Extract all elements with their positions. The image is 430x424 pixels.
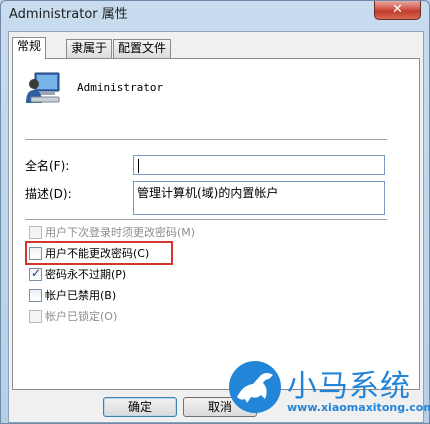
description-label: 描述(D): bbox=[25, 187, 72, 201]
tab-general[interactable]: 常规 bbox=[12, 37, 47, 59]
close-icon: ✕ bbox=[392, 2, 403, 17]
cannot-change-password-checkbox[interactable] bbox=[29, 246, 42, 260]
general-panel: Administrator 全名(F): 描述(D): 管理计算机(域)的内置帐… bbox=[12, 58, 420, 390]
username-label: Administrator bbox=[77, 81, 164, 94]
close-button[interactable]: ✕ bbox=[374, 1, 421, 20]
watermark-logo: 小马系统 www.xiaomaxitong.com bbox=[227, 353, 430, 423]
password-never-expires-label: 密码永不过期(P) bbox=[45, 268, 127, 281]
account-locked-checkbox[interactable] bbox=[29, 309, 42, 323]
account-disabled-checkbox[interactable] bbox=[29, 288, 42, 302]
divider bbox=[25, 139, 387, 141]
cannot-change-password-label: 用户不能更改密码(C) bbox=[45, 247, 150, 260]
must-change-password-label: 用户下次登录时须更改密码(M) bbox=[45, 226, 196, 239]
cannot-change-password-option[interactable]: 用户不能更改密码(C) bbox=[29, 245, 149, 261]
ok-button[interactable]: 确定 bbox=[103, 397, 177, 417]
fullname-field[interactable] bbox=[133, 155, 385, 175]
description-field[interactable]: 管理计算机(域)的内置帐户 bbox=[133, 181, 385, 215]
tab-profile[interactable]: 配置文件 bbox=[113, 39, 172, 58]
watermark-brand: 小马系统 bbox=[287, 369, 411, 404]
properties-window: Administrator 属性 ✕ 常规 隶属于 配置文件 Administr… bbox=[0, 0, 430, 424]
password-never-expires-checkbox[interactable] bbox=[29, 266, 42, 281]
horse-logo-icon bbox=[229, 361, 281, 413]
divider bbox=[25, 219, 387, 221]
watermark-url: www.xiaomaxitong.com bbox=[287, 401, 430, 414]
must-change-password-option[interactable]: 用户下次登录时须更改密码(M) bbox=[29, 224, 195, 240]
password-never-expires-option[interactable]: 密码永不过期(P) bbox=[29, 266, 126, 282]
must-change-password-checkbox[interactable] bbox=[29, 225, 42, 239]
account-disabled-option[interactable]: 帐户已禁用(B) bbox=[29, 287, 116, 303]
description-value: 管理计算机(域)的内置帐户 bbox=[137, 186, 279, 200]
account-disabled-label: 帐户已禁用(B) bbox=[45, 289, 117, 302]
account-locked-label: 帐户已锁定(O) bbox=[45, 310, 118, 323]
window-title: Administrator 属性 bbox=[9, 7, 128, 22]
tab-member-of[interactable]: 隶属于 bbox=[66, 39, 113, 58]
text-caret bbox=[138, 159, 139, 173]
account-locked-option[interactable]: 帐户已锁定(O) bbox=[29, 308, 117, 324]
fullname-label: 全名(F): bbox=[25, 159, 70, 173]
user-account-icon bbox=[26, 72, 60, 103]
